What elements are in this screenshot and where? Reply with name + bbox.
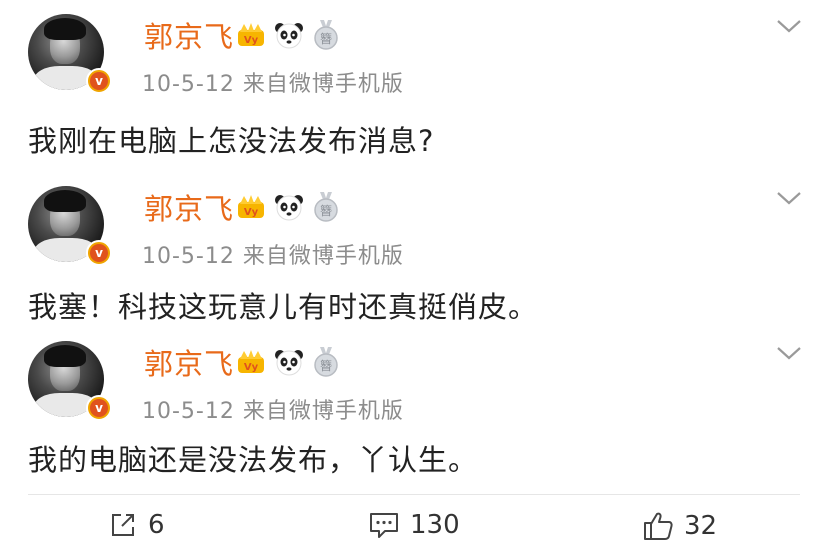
like-count: 32: [684, 511, 718, 541]
verified-badge-icon: v: [86, 68, 112, 94]
crown-badge-icon[interactable]: Vy: [236, 194, 266, 220]
crown-badge-icon[interactable]: Vy: [236, 349, 266, 375]
panda-badge-icon[interactable]: [274, 347, 304, 377]
svg-text:簪: 簪: [320, 358, 332, 373]
repost-button[interactable]: 6: [108, 510, 165, 540]
comment-button[interactable]: 130: [368, 510, 460, 540]
post-content: 我的电脑还是没法发布，丫认生。: [28, 443, 479, 477]
svg-text:簪: 簪: [320, 31, 332, 46]
post-3: v 郭京飞 Vy 簪 10-5-12 来自微博手机版 我的电脑还是没法发布，丫认…: [0, 327, 828, 487]
panda-badge-icon[interactable]: [274, 192, 304, 222]
svg-text:Vy: Vy: [244, 35, 259, 46]
post-1: v 郭京飞 Vy 簪 10-5-12 来自微博手机版 我刚在电脑上怎没法发布消息…: [0, 0, 828, 175]
post-meta: 10-5-12 来自微博手机版: [142, 72, 404, 97]
chevron-down-icon[interactable]: [776, 18, 802, 34]
user-badges: Vy 簪: [236, 347, 340, 377]
verified-badge-icon: v: [86, 395, 112, 421]
svg-text:Vy: Vy: [244, 362, 259, 373]
repost-count: 6: [148, 510, 165, 540]
chevron-down-icon[interactable]: [776, 345, 802, 361]
post-2: v 郭京飞 Vy 簪 10-5-12 来自微博手机版 我塞！科技这玩意儿有时还真…: [0, 172, 828, 332]
user-badges: Vy 簪: [236, 192, 340, 222]
user-badges: Vy 簪: [236, 20, 340, 50]
share-out-icon: [112, 514, 134, 536]
panda-badge-icon[interactable]: [274, 20, 304, 50]
author-name[interactable]: 郭京飞: [144, 14, 234, 56]
crown-badge-icon[interactable]: Vy: [236, 22, 266, 48]
post-meta: 10-5-12 来自微博手机版: [142, 399, 404, 424]
divider: [28, 494, 800, 495]
medal-badge-icon[interactable]: 簪: [312, 20, 340, 50]
medal-badge-icon[interactable]: 簪: [312, 347, 340, 377]
chevron-down-icon[interactable]: [776, 190, 802, 206]
medal-badge-icon[interactable]: 簪: [312, 192, 340, 222]
post-content: 我塞！科技这玩意儿有时还真挺俏皮。: [28, 290, 539, 324]
like-button[interactable]: 32: [642, 510, 717, 542]
comment-count: 130: [410, 510, 460, 540]
post-meta: 10-5-12 来自微博手机版: [142, 244, 404, 269]
svg-text:Vy: Vy: [244, 207, 259, 218]
author-name[interactable]: 郭京飞: [144, 341, 234, 383]
comment-icon: [370, 513, 398, 538]
post-content: 我刚在电脑上怎没法发布消息?: [28, 124, 435, 158]
verified-badge-icon: v: [86, 240, 112, 266]
svg-text:簪: 簪: [320, 203, 332, 218]
thumbs-up-icon: [644, 512, 673, 540]
author-name[interactable]: 郭京飞: [144, 186, 234, 228]
